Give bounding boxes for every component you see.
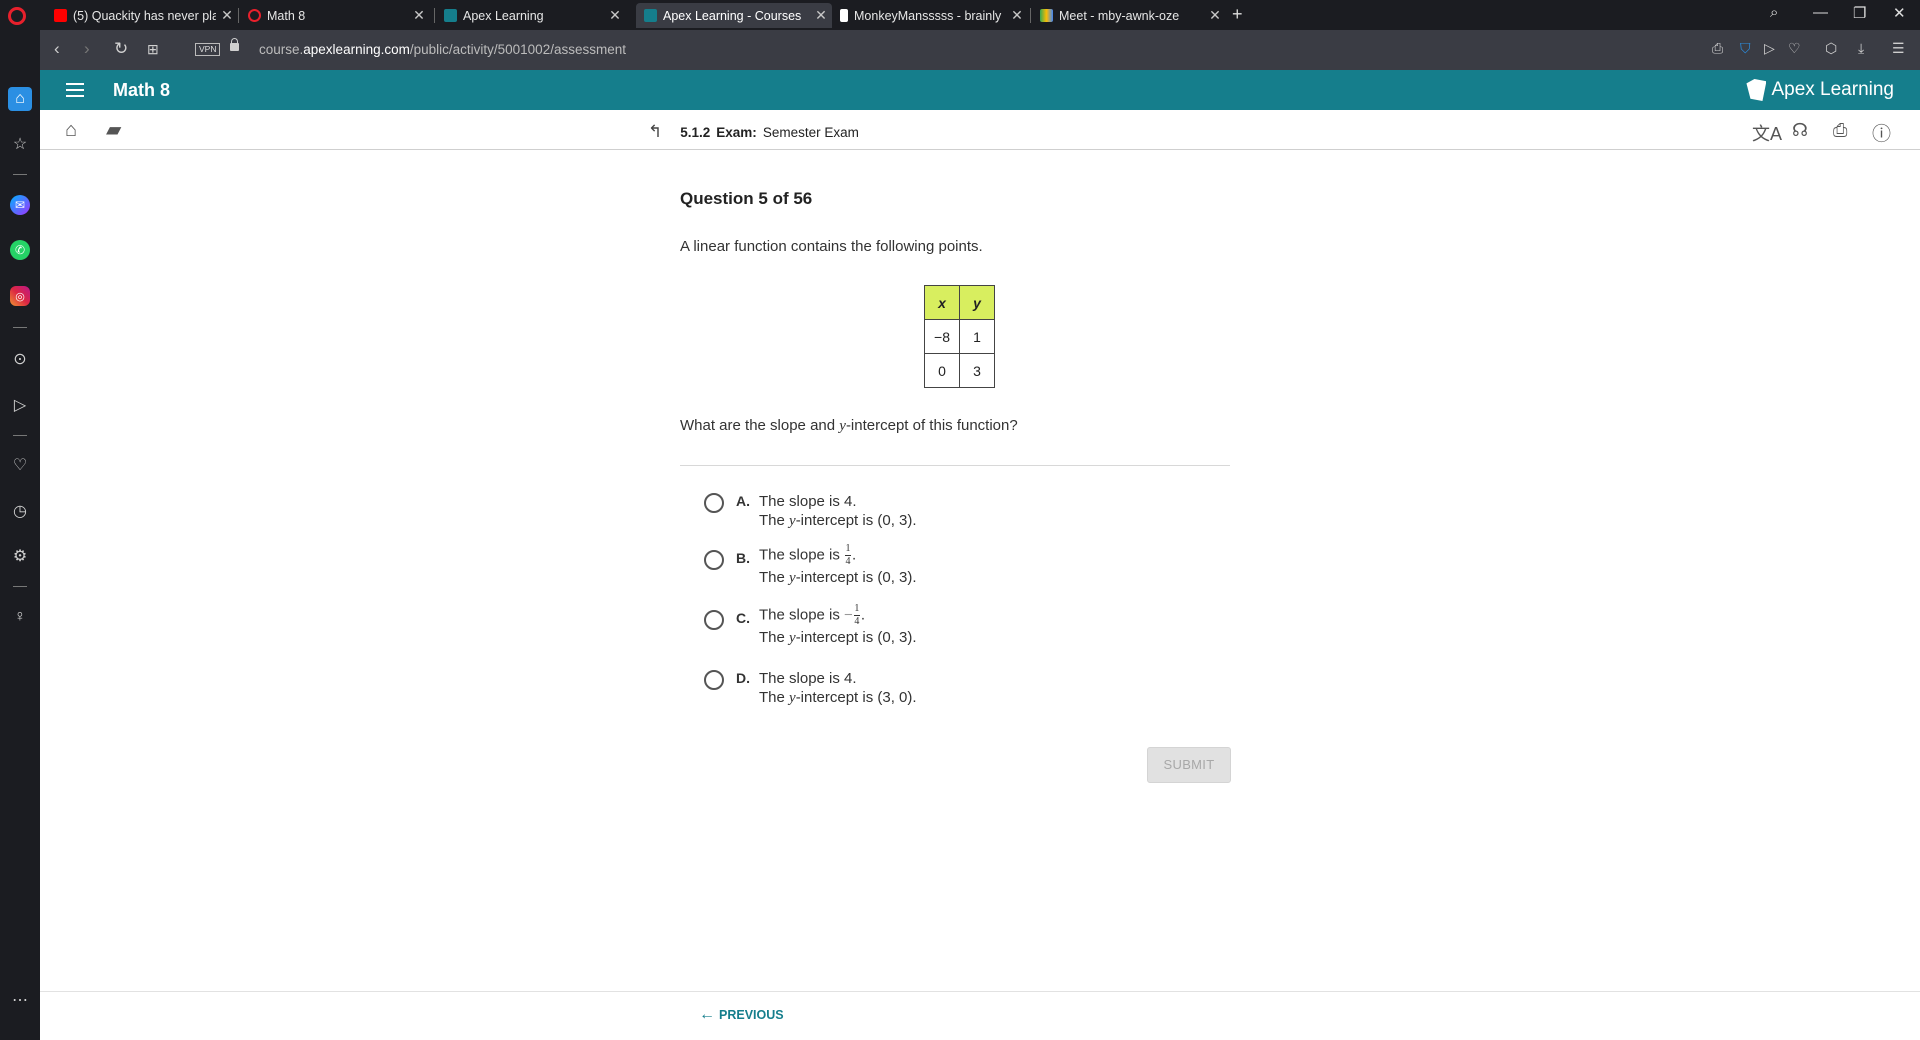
opera-logo-icon[interactable] bbox=[8, 7, 26, 25]
url-field[interactable]: course.apexlearning.com/public/activity/… bbox=[259, 42, 626, 57]
forward-icon[interactable]: › bbox=[84, 39, 90, 59]
tab-divider bbox=[238, 8, 239, 23]
question-title: Question 5 of 56 bbox=[680, 189, 813, 208]
home-icon[interactable]: ⌂ bbox=[65, 119, 77, 142]
table-header-y: y bbox=[959, 285, 995, 320]
youtube-icon bbox=[54, 9, 67, 22]
new-tab-button[interactable]: + bbox=[1232, 4, 1243, 25]
menu-icon[interactable] bbox=[66, 83, 84, 97]
heart-icon[interactable]: ♡ bbox=[8, 453, 32, 477]
tab-search-icon[interactable]: ⌕ bbox=[1770, 4, 1778, 21]
easy-setup-icon[interactable]: ☰ bbox=[1892, 40, 1905, 57]
browser-sidebar: ⌂ ☆ ✉ ✆ ◎ ⊙ ▷ ♡ ◷ ⚙ ♀ ⋯ bbox=[0, 30, 40, 1040]
translate-icon[interactable]: 文A bbox=[1752, 120, 1782, 146]
tab-grid-icon[interactable]: ⊞ bbox=[147, 41, 159, 58]
tab-youtube[interactable]: (5) Quackity has never play ✕ bbox=[46, 3, 238, 28]
apex-icon bbox=[644, 9, 657, 22]
more-icon[interactable]: ⋯ bbox=[8, 988, 32, 1012]
close-icon[interactable]: ✕ bbox=[604, 7, 626, 24]
previous-button[interactable]: ← PREVIOUS bbox=[699, 1006, 784, 1024]
table-cell: 3 bbox=[959, 353, 995, 388]
close-icon[interactable]: ✕ bbox=[216, 7, 238, 24]
table-header-row: x y bbox=[924, 285, 995, 320]
apex-header: Math 8 Apex Learning bbox=[40, 70, 1920, 110]
radio-button[interactable] bbox=[704, 670, 724, 690]
google-meet-icon bbox=[1040, 9, 1053, 22]
tab-divider bbox=[434, 8, 435, 23]
text-to-speech-icon[interactable]: ☊ bbox=[1792, 120, 1808, 141]
exam-title: Semester Exam bbox=[762, 124, 859, 140]
sidebar-divider bbox=[13, 586, 27, 587]
tab-math-8[interactable]: Math 8 ✕ bbox=[240, 3, 430, 28]
speed-dial-icon[interactable]: ⌂ bbox=[8, 87, 32, 111]
fraction: 14 bbox=[845, 543, 852, 567]
instagram-icon[interactable]: ◎ bbox=[10, 286, 30, 306]
radio-button[interactable] bbox=[704, 610, 724, 630]
download-icon[interactable]: ⤓ bbox=[1858, 40, 1864, 57]
sidebar-divider bbox=[13, 327, 27, 328]
send-icon[interactable]: ▷ bbox=[8, 393, 32, 417]
radio-button[interactable] bbox=[704, 493, 724, 513]
minimize-icon[interactable]: — bbox=[1813, 4, 1828, 21]
bookmarks-icon[interactable]: ☆ bbox=[8, 132, 32, 156]
apex-logo-icon bbox=[1746, 79, 1767, 101]
activity-toolbar: ⌂ ▰ ↰ 5.1.2 Exam: Semester Exam 文A ☊ ⎙ ⓘ bbox=[40, 110, 1920, 150]
table-row: −8 1 bbox=[924, 319, 995, 354]
lock-icon[interactable] bbox=[230, 38, 239, 51]
restore-icon[interactable]: ❐ bbox=[1853, 4, 1866, 22]
table-header-x: x bbox=[924, 285, 960, 320]
table-cell: 0 bbox=[924, 353, 960, 388]
tab-brainly[interactable]: MonkeyMansssss - brainly ✕ bbox=[832, 3, 1028, 28]
close-icon[interactable]: ✕ bbox=[408, 7, 430, 24]
up-arrow-icon[interactable]: ↰ bbox=[648, 122, 662, 142]
points-table: x y −8 1 0 3 bbox=[924, 285, 995, 388]
breadcrumb: ↰ 5.1.2 Exam: Semester Exam bbox=[648, 122, 859, 142]
heart-icon[interactable]: ♡ bbox=[1788, 40, 1801, 57]
apex-logo: Apex Learning bbox=[1746, 79, 1894, 101]
submit-button[interactable]: SUBMIT bbox=[1147, 747, 1231, 783]
snapshot-icon[interactable]: ⎙ bbox=[1712, 40, 1723, 57]
help-icon[interactable]: ⓘ bbox=[1872, 119, 1891, 146]
radio-button[interactable] bbox=[704, 550, 724, 570]
tab-apex-learning-courses[interactable]: Apex Learning - Courses ✕ bbox=[636, 3, 832, 28]
quizlet-icon bbox=[248, 9, 261, 22]
apex-icon bbox=[444, 9, 457, 22]
fraction: 14 bbox=[853, 603, 860, 627]
table-cell: 1 bbox=[959, 319, 995, 354]
sidebar-divider bbox=[13, 435, 27, 436]
print-icon[interactable]: ⎙ bbox=[1833, 120, 1847, 141]
arrow-left-icon: ← bbox=[699, 1006, 715, 1023]
tab-apex-learning[interactable]: Apex Learning ✕ bbox=[436, 3, 626, 28]
brainly-icon bbox=[840, 9, 848, 22]
reload-icon[interactable]: ↻ bbox=[114, 39, 128, 59]
history-icon[interactable]: ◷ bbox=[8, 499, 32, 523]
close-icon[interactable]: ✕ bbox=[810, 7, 832, 24]
question-prompt: A linear function contains the following… bbox=[680, 238, 983, 255]
messenger-icon[interactable]: ✉ bbox=[10, 195, 30, 215]
table-cell: −8 bbox=[924, 319, 960, 354]
address-bar: ‹ › ↻ ⊞ VPN course.apexlearning.com/publ… bbox=[40, 30, 1920, 70]
whatsapp-icon[interactable]: ✆ bbox=[10, 240, 30, 260]
lightbulb-icon[interactable]: ♀ bbox=[8, 605, 32, 629]
close-icon[interactable]: ✕ bbox=[1204, 7, 1226, 24]
divider bbox=[680, 465, 1230, 466]
player-icon[interactable]: ⊙ bbox=[8, 347, 32, 371]
adblock-shield-icon[interactable]: ⛉ bbox=[1740, 40, 1751, 57]
extensions-cube-icon[interactable]: ⬡ bbox=[1825, 40, 1837, 57]
browser-tab-strip: (5) Quackity has never play ✕ Math 8 ✕ A… bbox=[0, 0, 1920, 30]
back-icon[interactable]: ‹ bbox=[54, 39, 60, 59]
table-row: 0 3 bbox=[924, 353, 995, 388]
settings-icon[interactable]: ⚙ bbox=[8, 544, 32, 568]
sidebar-divider bbox=[13, 174, 27, 175]
tab-google-meet[interactable]: Meet - mby-awnk-oze ✕ bbox=[1032, 3, 1226, 28]
question-ask: What are the slope and y-intercept of th… bbox=[680, 417, 1018, 434]
send-icon[interactable]: ▷ bbox=[1764, 40, 1775, 57]
close-icon[interactable]: ✕ bbox=[1006, 7, 1028, 24]
vpn-badge[interactable]: VPN bbox=[195, 43, 221, 56]
tab-divider bbox=[1030, 8, 1031, 23]
footer-divider bbox=[40, 991, 1920, 992]
close-window-icon[interactable]: ✕ bbox=[1893, 4, 1906, 22]
course-title: Math 8 bbox=[113, 80, 171, 100]
briefcase-icon[interactable]: ▰ bbox=[106, 117, 121, 142]
